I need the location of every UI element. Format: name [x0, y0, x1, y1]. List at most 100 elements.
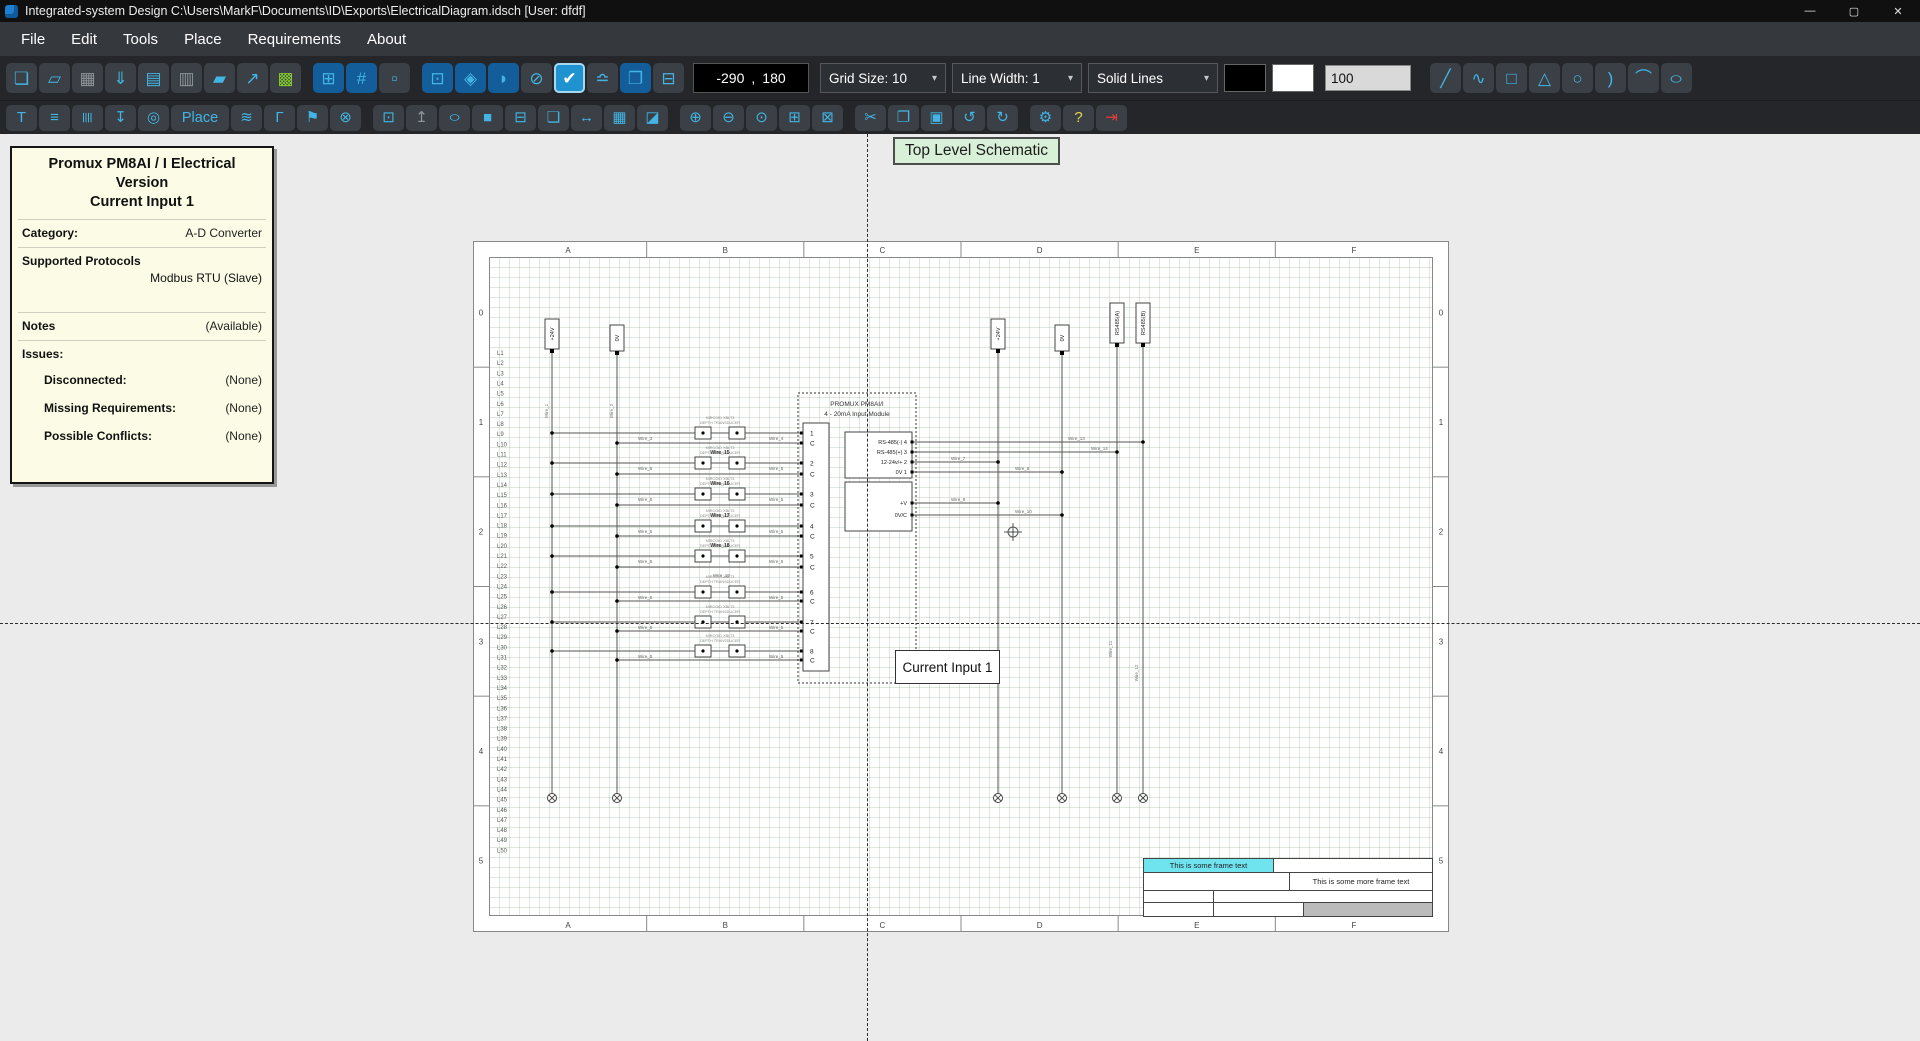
- redo-icon[interactable]: ↻: [987, 105, 1018, 131]
- zoom-window-icon[interactable]: ⊙: [746, 105, 777, 131]
- net-mode-icon[interactable]: ≏: [587, 63, 618, 93]
- title-block[interactable]: This is some frame textThis is some more…: [1143, 858, 1433, 917]
- top-level-schematic-label[interactable]: Top Level Schematic: [893, 137, 1060, 165]
- right-wire[interactable]: Wire_9: [914, 497, 1000, 505]
- arc-tool-icon[interactable]: ): [1595, 63, 1626, 93]
- minimize-button[interactable]: —: [1788, 0, 1832, 22]
- import-icon[interactable]: ⇓: [105, 63, 136, 93]
- paste-icon[interactable]: ▣: [921, 105, 952, 131]
- fit-page-icon[interactable]: ⊞: [779, 105, 810, 131]
- curve-tool-icon[interactable]: ⌒: [1628, 63, 1659, 93]
- right-wire[interactable]: Wire_8: [914, 466, 1064, 474]
- dimension-tool-icon[interactable]: ↔: [571, 105, 602, 131]
- upload-icon[interactable]: ↥: [406, 105, 437, 131]
- invert-tool-icon[interactable]: ◪: [637, 105, 668, 131]
- line-style-dropdown[interactable]: Solid Lines▾: [1088, 63, 1218, 93]
- rung-group-7[interactable]: MIRCOID XBLT3DEPTH TRANSDUCERWire_5Wire_…: [550, 605, 803, 633]
- bus-terminal[interactable]: +24V: [991, 319, 1005, 803]
- grid-toggle-icon[interactable]: ⊞: [313, 63, 344, 93]
- tree-list-icon[interactable]: ⊟: [505, 105, 536, 131]
- filled-rect-tool-icon[interactable]: ■: [472, 105, 503, 131]
- close-button[interactable]: ✕: [1876, 0, 1920, 22]
- small-grid-icon[interactable]: ▫: [379, 63, 410, 93]
- rung-group-2[interactable]: MIRCOID XBLT3DEPTH TRANSDUCERWire_15Wire…: [550, 446, 803, 476]
- polyline-tool-icon[interactable]: ∿: [1463, 63, 1494, 93]
- corner-tool-icon[interactable]: Γ: [264, 105, 295, 131]
- bus-terminal[interactable]: RS485(B): [1136, 303, 1150, 803]
- fill-color-swatch[interactable]: [1272, 64, 1314, 92]
- menu-file[interactable]: File: [8, 22, 58, 56]
- rung-group-6[interactable]: MIRCOID XBLT3DEPTH TRANSDUCERWire_5Wire_…: [550, 575, 803, 603]
- rect-tool-icon[interactable]: □: [1496, 63, 1527, 93]
- current-input-label[interactable]: Current Input 1: [895, 650, 1000, 684]
- rung-group-1[interactable]: MIRCOID XBLT3DEPTH TRANSDUCERWire_3Wire_…: [550, 416, 803, 445]
- bus-terminal[interactable]: RS485(A): [1110, 303, 1124, 803]
- select-region-icon[interactable]: ⊡: [373, 105, 404, 131]
- zoom-out-icon[interactable]: ⊖: [713, 105, 744, 131]
- grid-size-dropdown[interactable]: Grid Size: 10▾: [820, 63, 946, 93]
- line-width-dropdown[interactable]: Line Width: 1▾: [952, 63, 1082, 93]
- undo-icon[interactable]: ↺: [954, 105, 985, 131]
- snap-grid-icon[interactable]: #: [346, 63, 377, 93]
- net-list-icon[interactable]: ⊟: [653, 63, 684, 93]
- maximize-button[interactable]: ▢: [1832, 0, 1876, 22]
- bus-terminal[interactable]: 0V: [1055, 325, 1069, 803]
- right-wire[interactable]: Wire_7: [914, 456, 1000, 464]
- chip-icon[interactable]: ▩: [270, 63, 301, 93]
- circle-tool-icon[interactable]: ○: [1562, 63, 1593, 93]
- copy-icon[interactable]: ❐: [888, 105, 919, 131]
- rung-group-8[interactable]: MIRCOID XBLT3DEPTH TRANSDUCERWire_5Wire_…: [550, 634, 803, 662]
- zoom-level-input[interactable]: 100: [1325, 65, 1411, 91]
- bus-terminal[interactable]: 0V: [610, 325, 624, 803]
- polygon-tool-icon[interactable]: △: [1529, 63, 1560, 93]
- arc-segment-icon[interactable]: ◗: [488, 63, 519, 93]
- align-horizontal-icon[interactable]: ≡: [39, 105, 70, 131]
- oval-tool-icon[interactable]: ○: [439, 105, 470, 131]
- menu-edit[interactable]: Edit: [58, 22, 110, 56]
- bus-terminal[interactable]: +24V: [545, 319, 559, 803]
- waves-tool-icon[interactable]: ≋: [231, 105, 262, 131]
- help-icon[interactable]: ?: [1063, 105, 1094, 131]
- right-wire[interactable]: Wire_13: [914, 436, 1145, 444]
- rung-group-4[interactable]: MIRCOID XBLT3DEPTH TRANSDUCERWire_17Wire…: [550, 509, 803, 538]
- schematic-sheet[interactable]: AABBCCDDEEFF001122334455L1L2L3L4L5L6L7L8…: [473, 241, 1449, 932]
- menu-place[interactable]: Place: [171, 22, 235, 56]
- line-tool-icon[interactable]: ╱: [1430, 63, 1461, 93]
- align-vertical-icon[interactable]: ≣: [72, 105, 103, 131]
- save-icon[interactable]: ▦: [72, 63, 103, 93]
- cut-icon[interactable]: ✂: [855, 105, 886, 131]
- rung-group-5[interactable]: MIRCOID XBLT3DEPTH TRANSDUCERWire_18Wire…: [550, 539, 803, 569]
- ground-symbol-icon[interactable]: ↧: [105, 105, 136, 131]
- canvas[interactable]: AABBCCDDEEFF001122334455L1L2L3L4L5L6L7L8…: [0, 134, 1920, 1041]
- no-draw-icon[interactable]: ⊘: [521, 63, 552, 93]
- sheet-settings-icon[interactable]: ⊡: [422, 63, 453, 93]
- exit-icon[interactable]: ⇥: [1096, 105, 1127, 131]
- stroke-color-swatch[interactable]: [1224, 64, 1266, 92]
- text-tool-icon[interactable]: T: [6, 105, 37, 131]
- copy-sheet-icon[interactable]: ❐: [620, 63, 651, 93]
- sheet-ref-icon[interactable]: ❏: [538, 105, 569, 131]
- target-origin-icon[interactable]: ◎: [138, 105, 169, 131]
- new-file-icon[interactable]: ❏: [6, 63, 37, 93]
- print-icon[interactable]: ▤: [138, 63, 169, 93]
- settings-icon[interactable]: ⚙: [1030, 105, 1061, 131]
- menu-requirements[interactable]: Requirements: [235, 22, 354, 56]
- menu-about[interactable]: About: [354, 22, 419, 56]
- check-mode-icon[interactable]: ✔: [554, 63, 585, 93]
- fit-screen-icon[interactable]: ⊠: [812, 105, 843, 131]
- zoom-in-icon[interactable]: ⊕: [680, 105, 711, 131]
- layers-icon[interactable]: ◈: [455, 63, 486, 93]
- promux-module[interactable]: PROMUX PM8AI/I4 - 20mA Input Module1C2C3…: [798, 393, 916, 683]
- label-tag-icon[interactable]: ⚑: [297, 105, 328, 131]
- right-wire[interactable]: Wire_10: [914, 509, 1064, 517]
- folder-icon[interactable]: ▰: [204, 63, 235, 93]
- right-wire[interactable]: Wire_14: [914, 446, 1119, 454]
- open-folder-icon[interactable]: ▱: [39, 63, 70, 93]
- rung-group-3[interactable]: MIRCOID XBLT3DEPTH TRANSDUCERWire_16Wire…: [550, 477, 803, 507]
- notes-grid-icon[interactable]: ▦: [604, 105, 635, 131]
- print-preview-icon[interactable]: ▥: [171, 63, 202, 93]
- ellipse-tool-icon[interactable]: ○: [1661, 63, 1692, 93]
- hierarchy-export-icon[interactable]: ↗: [237, 63, 268, 93]
- no-connect-icon[interactable]: ⊗: [330, 105, 361, 131]
- menu-tools[interactable]: Tools: [110, 22, 171, 56]
